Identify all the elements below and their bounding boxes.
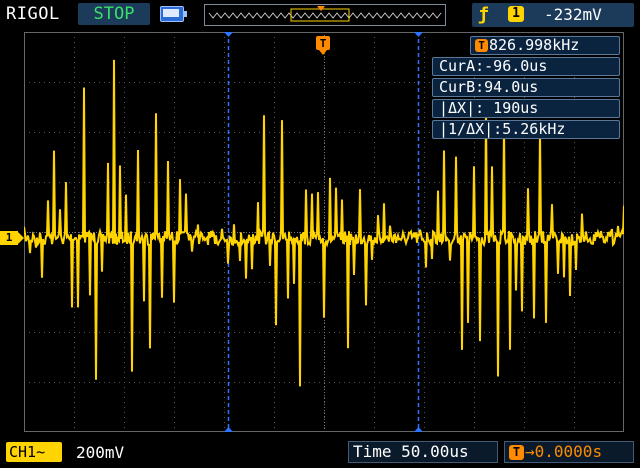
cursor-b-bottom-marker (414, 427, 423, 432)
coupling-icon: ~ (36, 443, 46, 461)
horizontal-offset-readout[interactable]: T →0.0000s (504, 441, 634, 463)
status-bar: RIGOL STOP ƒ 1 -232mV (0, 0, 640, 30)
volts-per-div: 200mV (76, 443, 125, 462)
memory-waveform-preview (208, 6, 442, 22)
frequency-readout: T 826.998kHz (470, 36, 620, 55)
offset-arrow-icon: → (525, 442, 535, 461)
cursor-a-top-marker (224, 32, 233, 37)
offset-value: 0.0000s (534, 442, 603, 461)
bottom-status-bar: CH1~ 200mV Time 50.00us T →0.0000s (0, 436, 640, 468)
channel1-offset-marker[interactable]: 1 (0, 231, 24, 245)
run-stop-indicator[interactable]: STOP (78, 3, 150, 25)
trigger-source-badge: 1 (508, 6, 524, 22)
memory-window-indicator (204, 4, 446, 26)
cursor-b-readout: CurB:94.0us (432, 78, 620, 97)
cursor-b-top-marker (414, 32, 423, 37)
trigger-level-value: -232mV (544, 5, 602, 24)
battery-icon (160, 6, 188, 22)
rising-edge-icon: ƒ (478, 4, 489, 25)
inverse-delta-x-readout: |1/ΔX|:5.26kHz (432, 120, 620, 139)
trigger-offset-badge: T (509, 445, 524, 460)
frequency-value: 826.998kHz (489, 36, 580, 54)
brand-label: RIGOL (6, 4, 60, 24)
cursor-a-bottom-marker (224, 427, 233, 432)
trigger-position-marker[interactable]: T (315, 32, 331, 56)
channel1-name: CH1 (9, 443, 37, 461)
channel1-label[interactable]: CH1~ (6, 442, 62, 462)
trigger-frequency-badge: T (475, 39, 488, 52)
trigger-marker-label: T (320, 37, 327, 50)
cursor-a-readout: CurA:-96.0us (432, 57, 620, 76)
timebase-readout[interactable]: Time 50.00us (348, 441, 498, 463)
trigger-status-panel[interactable]: ƒ 1 -232mV (472, 3, 634, 27)
measurement-panel: T 826.998kHz CurA:-96.0us CurB:94.0us |ΔX… (432, 36, 620, 141)
delta-x-readout: |ΔX|: 190us (432, 99, 620, 118)
